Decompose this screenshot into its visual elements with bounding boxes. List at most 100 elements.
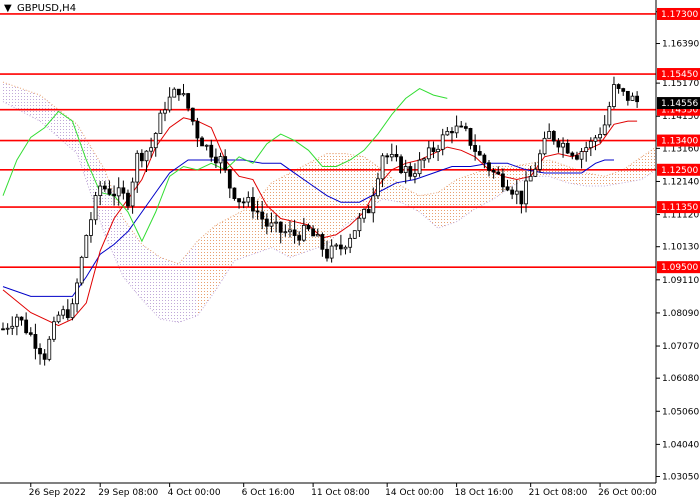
cloud-segment bbox=[271, 173, 290, 258]
candle-body bbox=[524, 180, 528, 205]
candle-body bbox=[297, 235, 302, 241]
last-price-label: 1.14556 bbox=[661, 99, 698, 109]
candle-body bbox=[561, 142, 565, 148]
candle-body bbox=[551, 131, 556, 142]
candle-body bbox=[612, 84, 616, 107]
candle-body bbox=[376, 178, 380, 197]
candle-body bbox=[38, 347, 42, 355]
candle-body bbox=[232, 187, 237, 199]
candle-body bbox=[204, 144, 209, 147]
candle-body bbox=[209, 144, 214, 158]
candle-body bbox=[454, 125, 459, 134]
level-price-label: 1.11350 bbox=[661, 203, 698, 213]
candle-body bbox=[394, 153, 399, 158]
chart-window: 1.173701.163901.151701.141501.131601.121… bbox=[0, 0, 700, 500]
candle-body bbox=[579, 151, 584, 160]
candle-body bbox=[630, 95, 635, 101]
candle-body bbox=[320, 234, 325, 250]
candle-body bbox=[218, 156, 223, 164]
candle-body bbox=[144, 150, 149, 162]
candle-body bbox=[598, 134, 602, 139]
candle-body bbox=[362, 208, 366, 219]
candle-body bbox=[130, 181, 135, 207]
candle-body bbox=[214, 156, 218, 164]
candle-body bbox=[329, 245, 334, 259]
time-tick-label: 6 Oct 16:00 bbox=[242, 488, 295, 498]
candle-body bbox=[459, 125, 464, 128]
candle-body bbox=[186, 93, 191, 109]
candle-body bbox=[334, 244, 339, 247]
candle-body bbox=[306, 224, 311, 230]
candle-body bbox=[450, 130, 454, 134]
candle-body bbox=[241, 201, 246, 204]
candle-body bbox=[167, 96, 172, 111]
candle-body bbox=[352, 230, 357, 239]
candle-body bbox=[575, 155, 579, 160]
candle-body bbox=[482, 154, 487, 164]
candle-body bbox=[635, 95, 640, 103]
candle-body bbox=[278, 221, 283, 233]
candle-body bbox=[181, 93, 186, 96]
candle-body bbox=[5, 327, 10, 330]
price-tick-label: 1.05060 bbox=[662, 407, 699, 417]
candle-body bbox=[52, 321, 56, 340]
candle-body bbox=[408, 166, 413, 177]
candle-body bbox=[153, 133, 158, 149]
candle-body bbox=[389, 153, 394, 158]
price-tick-label: 1.06080 bbox=[662, 374, 699, 384]
candle-body bbox=[112, 193, 116, 197]
candle-body bbox=[42, 353, 47, 360]
candle-body bbox=[315, 234, 320, 237]
candle-body bbox=[487, 162, 491, 171]
candle-body bbox=[584, 147, 589, 152]
candle-body bbox=[190, 107, 195, 122]
price-tick-label: 1.09110 bbox=[662, 276, 699, 286]
candle-body bbox=[10, 325, 15, 329]
price-tick-label: 1.08090 bbox=[662, 309, 699, 319]
price-tick-label: 1.03050 bbox=[662, 473, 699, 483]
candle-body bbox=[399, 156, 403, 173]
candle-body bbox=[126, 192, 130, 207]
candle-body bbox=[542, 137, 547, 155]
candle-body bbox=[135, 152, 140, 183]
candle-body bbox=[500, 173, 505, 188]
candle-body bbox=[403, 166, 408, 173]
symbol-title: GBPUSD,H4 bbox=[17, 3, 76, 14]
candle-body bbox=[260, 211, 265, 220]
candle-body bbox=[621, 88, 626, 92]
candle-body bbox=[70, 303, 75, 319]
candle-body bbox=[33, 334, 38, 349]
candle-body bbox=[269, 222, 274, 227]
candle-body bbox=[84, 235, 89, 258]
candle-body bbox=[514, 190, 519, 195]
price-chart[interactable]: 1.173701.163901.151701.141501.131601.121… bbox=[0, 0, 700, 500]
candle-body bbox=[172, 88, 177, 98]
candle-body bbox=[417, 159, 422, 175]
time-tick-label: 4 Oct 00:00 bbox=[168, 488, 221, 498]
candle-body bbox=[588, 140, 593, 149]
price-tick-label: 1.04040 bbox=[662, 440, 699, 450]
candle-body bbox=[56, 314, 61, 323]
candle-body bbox=[28, 332, 33, 335]
candle-body bbox=[264, 218, 269, 227]
time-tick-label: 29 Sep 08:00 bbox=[98, 488, 158, 498]
title-marker[interactable]: ▼ bbox=[4, 3, 12, 14]
candle-body bbox=[1, 328, 5, 331]
price-tick-label: 1.16390 bbox=[662, 40, 699, 50]
candle-body bbox=[496, 171, 501, 175]
time-tick-label: 14 Oct 00:00 bbox=[385, 488, 444, 498]
candle-body bbox=[200, 137, 204, 147]
candle-body bbox=[422, 158, 427, 161]
candle-body bbox=[431, 147, 436, 153]
candle-body bbox=[625, 90, 630, 101]
price-tick-label: 1.07070 bbox=[662, 342, 699, 352]
candle-body bbox=[473, 144, 478, 152]
level-price-label: 1.13400 bbox=[661, 137, 698, 147]
time-tick-label: 11 Oct 08:00 bbox=[311, 488, 370, 498]
candle-body bbox=[413, 173, 417, 177]
candle-body bbox=[565, 142, 570, 154]
candle-body bbox=[366, 208, 371, 214]
candle-body bbox=[288, 229, 292, 233]
candle-body bbox=[75, 282, 79, 305]
candle-body bbox=[102, 185, 107, 190]
